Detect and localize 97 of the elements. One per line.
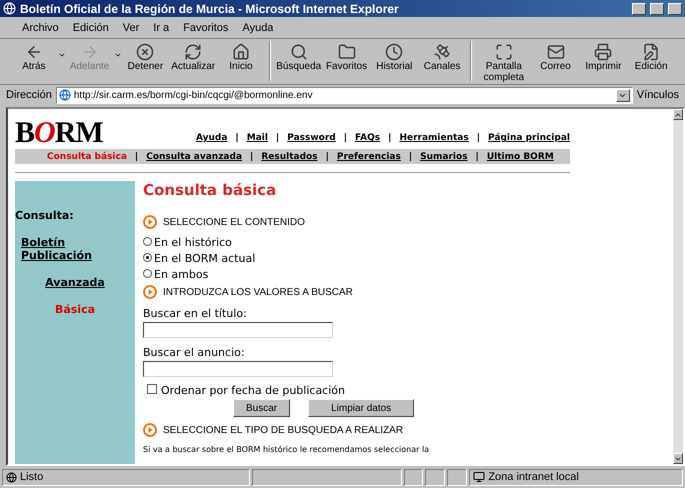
link-separator: | bbox=[326, 152, 329, 162]
logo: BORM bbox=[15, 119, 103, 147]
satellite-icon bbox=[433, 43, 452, 61]
refresh-icon bbox=[184, 43, 202, 61]
window-title: Boletín Oficial de la Región de Murcia - Microsoft Internet Explorer bbox=[20, 2, 400, 16]
link-separator: | bbox=[476, 133, 480, 143]
link-separator: | bbox=[408, 152, 412, 162]
checkbox[interactable] bbox=[147, 384, 157, 394]
input-field[interactable] bbox=[143, 361, 333, 377]
header-link[interactable]: FAQs bbox=[355, 133, 380, 143]
form-button[interactable]: Buscar bbox=[233, 399, 290, 417]
checkbox-label: Ordenar por fecha de publicación bbox=[161, 384, 345, 397]
nav-link[interactable]: Consulta avanzada bbox=[146, 152, 242, 162]
play-icon bbox=[143, 423, 157, 437]
status-text: Listo bbox=[20, 471, 44, 483]
sidebar-link[interactable]: Avanzada bbox=[45, 276, 105, 289]
nav-link[interactable]: Preferencias bbox=[336, 152, 401, 162]
scrollbar[interactable] bbox=[673, 109, 683, 464]
nav-link[interactable]: Resultados bbox=[261, 152, 318, 162]
toolbar-button[interactable]: Inicio bbox=[217, 41, 265, 74]
toolbar-button[interactable]: Detener bbox=[122, 41, 170, 74]
link-separator: | bbox=[476, 152, 479, 162]
zone-text: Zona intranet local bbox=[488, 471, 579, 483]
mail-icon bbox=[546, 43, 565, 61]
address-field[interactable]: http://sir.carm.es/borm/cgi-bin/cqcgi/@bormonline.env bbox=[56, 86, 633, 104]
radio-button[interactable] bbox=[143, 236, 152, 246]
links-label[interactable]: Vínculos bbox=[636, 89, 679, 101]
link-separator: | bbox=[235, 133, 239, 143]
field-label: Buscar en el título: bbox=[143, 307, 248, 320]
section-heading: INTRODUZCA LOS VALORES A BUSCAR bbox=[163, 286, 353, 298]
folder-icon bbox=[338, 43, 356, 61]
menu-item[interactable]: Ver bbox=[122, 22, 140, 34]
menu-item[interactable]: Archivo bbox=[22, 22, 59, 34]
menu-item[interactable]: Favoritos bbox=[183, 22, 228, 34]
scroll-down-button[interactable] bbox=[673, 453, 683, 464]
menu-item[interactable]: Ayuda bbox=[242, 22, 274, 34]
header-link[interactable]: Password bbox=[287, 133, 336, 143]
toolbar-button[interactable]: Favoritos bbox=[322, 41, 370, 74]
radio-button[interactable] bbox=[143, 252, 152, 262]
page-icon bbox=[6, 472, 17, 482]
link-separator: | bbox=[276, 133, 280, 143]
link-separator: | bbox=[344, 133, 348, 143]
form-button[interactable]: Limpiar datos bbox=[308, 399, 414, 417]
edit-icon bbox=[642, 43, 660, 61]
caret-icon[interactable] bbox=[58, 51, 66, 59]
nav-link[interactable]: Ultimo BORM bbox=[486, 152, 554, 162]
section-heading: SELECCIONE EL TIPO DE BUSQUEDA A REALIZAR bbox=[163, 424, 404, 436]
play-icon bbox=[143, 215, 157, 229]
sidebar-link[interactable]: Boletín Publicación bbox=[15, 236, 95, 262]
play-icon bbox=[143, 285, 157, 299]
toolbar-button[interactable]: Edición bbox=[627, 41, 676, 74]
address-label: Dirección bbox=[6, 89, 52, 101]
window-icon bbox=[494, 43, 513, 61]
clock-icon bbox=[385, 43, 404, 61]
page-title: Consulta básica bbox=[143, 181, 278, 199]
search-icon bbox=[290, 43, 308, 61]
sidebar-heading: Consulta: bbox=[15, 209, 75, 222]
link-separator: | bbox=[250, 152, 254, 162]
note-text: Si va a buscar sobre el BORM histórico le recomendamos seleccionar la bbox=[143, 445, 430, 454]
home-icon bbox=[232, 43, 250, 61]
stop-icon bbox=[136, 43, 154, 61]
printer-icon bbox=[594, 43, 612, 61]
page-icon bbox=[58, 89, 71, 101]
menu-item[interactable]: Edición bbox=[72, 22, 109, 34]
toolbar-button[interactable]: Pantalla completa bbox=[476, 41, 532, 85]
scroll-up-button[interactable] bbox=[673, 109, 683, 120]
app-icon bbox=[3, 2, 16, 15]
toolbar-button[interactable]: Correo bbox=[532, 41, 580, 74]
status-pane bbox=[404, 468, 424, 486]
radio-label: En el BORM actual bbox=[154, 252, 256, 265]
toolbar-button[interactable]: Imprimir bbox=[579, 41, 628, 74]
link-separator: | bbox=[388, 133, 392, 143]
toolbar-button[interactable]: Historial bbox=[370, 41, 418, 74]
header-link[interactable]: Mail bbox=[246, 133, 268, 143]
link-separator: | bbox=[134, 152, 138, 162]
toolbar-button[interactable]: Canales bbox=[418, 41, 466, 74]
minimize-button[interactable] bbox=[632, 2, 646, 14]
radio-label: En el histórico bbox=[154, 236, 232, 249]
menu-item[interactable]: Ir a bbox=[153, 22, 170, 34]
field-label: Buscar el anuncio: bbox=[143, 346, 246, 359]
status-pane bbox=[447, 468, 468, 486]
dropdown-button[interactable] bbox=[616, 88, 630, 102]
radio-label: En ambos bbox=[154, 268, 208, 281]
toolbar-button[interactable]: Actualizar bbox=[169, 41, 218, 74]
toolbar-button[interactable]: Atrás bbox=[10, 41, 58, 74]
nav-link[interactable]: Sumarios bbox=[420, 152, 468, 162]
network-icon bbox=[473, 471, 486, 483]
status-pane bbox=[425, 468, 446, 486]
section-heading: SELECCIONE EL CONTENIDO bbox=[163, 216, 305, 228]
maximize-button[interactable] bbox=[650, 2, 664, 14]
header-link[interactable]: Página principal bbox=[488, 133, 570, 143]
close-button[interactable] bbox=[668, 2, 682, 14]
header-link[interactable]: Herramientas bbox=[399, 133, 469, 143]
input-field[interactable] bbox=[143, 322, 333, 338]
radio-button[interactable] bbox=[143, 268, 152, 278]
header-link[interactable]: Ayuda bbox=[196, 133, 228, 143]
toolbar-button[interactable]: Búsqueda bbox=[274, 41, 323, 74]
